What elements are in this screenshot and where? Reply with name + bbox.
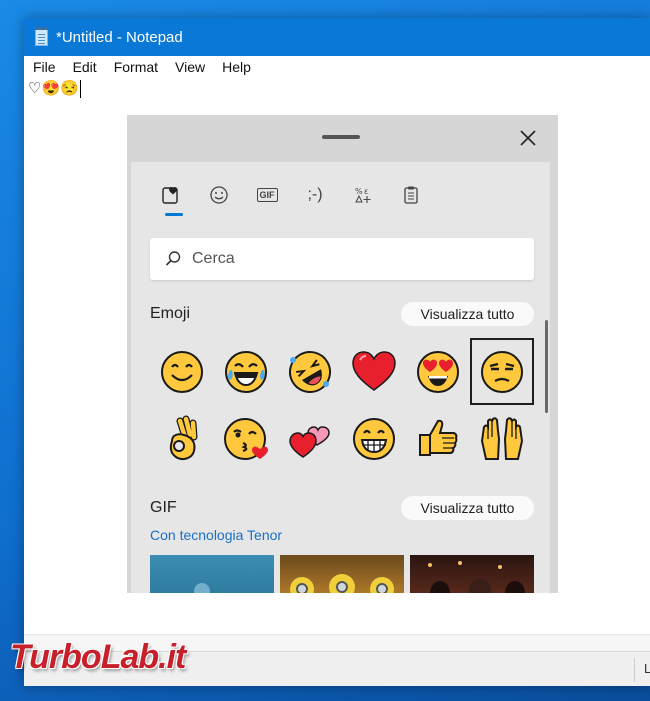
emoji-see-all-button[interactable]: Visualizza tutto [401, 302, 534, 326]
menu-view[interactable]: View [175, 59, 205, 75]
tab-emoji[interactable] [195, 177, 243, 213]
menu-help[interactable]: Help [222, 59, 251, 75]
watermark-logo: TurboLab.it [10, 638, 186, 676]
emoji-kissing-heart[interactable] [214, 405, 278, 472]
recent-heart-icon [162, 187, 178, 204]
emoji-ok-hand[interactable] [150, 405, 214, 472]
emoji-panel: GIF ;-) % ε Emoji Visualiz [127, 115, 558, 593]
clipboard-icon [404, 186, 418, 204]
gif-see-all-button[interactable]: Visualizza tutto [401, 496, 534, 520]
kaomoji-icon: ;-) [307, 186, 323, 203]
gif-section-title: GIF [150, 499, 177, 516]
panel-scrollbar[interactable] [545, 320, 548, 413]
emoji-red-heart[interactable] [342, 338, 406, 405]
gif-bubble-icon [194, 583, 210, 593]
emoji-unamused[interactable] [470, 338, 534, 405]
search-box[interactable] [150, 238, 534, 280]
menu-edit[interactable]: Edit [73, 59, 97, 75]
emoji-two-hearts[interactable] [278, 405, 342, 472]
emoji-thumbs-up[interactable] [406, 405, 470, 472]
category-tabs: GIF ;-) % ε [147, 177, 435, 216]
gif-minions-icon [290, 574, 394, 593]
emoji-rofl[interactable] [278, 338, 342, 405]
text-editor[interactable]: ♡😍😒 [28, 79, 81, 99]
search-icon [165, 251, 181, 266]
close-button[interactable] [517, 127, 539, 149]
emoji-raising-hands[interactable] [470, 405, 534, 472]
tab-kaomoji[interactable]: ;-) [291, 177, 339, 213]
title-bar[interactable]: *Untitled - Notepad [24, 18, 650, 56]
window-title: *Untitled - Notepad [56, 28, 183, 46]
menu-format[interactable]: Format [114, 59, 158, 75]
emoji-tears-of-joy[interactable] [214, 338, 278, 405]
gif-thumbnail-3[interactable] [410, 555, 534, 593]
drag-handle[interactable] [322, 135, 360, 139]
menu-file[interactable]: File [33, 59, 56, 75]
menu-bar: File Edit Format View Help [24, 56, 650, 78]
tab-gif[interactable]: GIF [243, 177, 291, 213]
svg-text:%: % [355, 187, 363, 196]
gif-icon: GIF [256, 188, 278, 202]
notepad-icon [35, 26, 48, 46]
tab-clipboard[interactable] [387, 177, 435, 213]
emoji-grid [150, 338, 534, 472]
svg-text:ε: ε [364, 187, 368, 196]
symbols-icon: % ε [355, 187, 371, 203]
emoji-grinning[interactable] [342, 405, 406, 472]
gif-thumbnail-1[interactable] [150, 555, 274, 593]
emoji-heart-eyes[interactable] [406, 338, 470, 405]
emoji-section-title: Emoji [150, 305, 191, 322]
status-divider [634, 658, 635, 682]
editor-content: ♡😍😒 [28, 80, 79, 97]
tab-recently-used[interactable] [147, 177, 195, 216]
status-position: L [644, 661, 650, 676]
emoji-smiling-face[interactable] [150, 338, 214, 405]
text-caret [79, 80, 81, 98]
smiley-icon [210, 186, 228, 204]
close-icon [520, 130, 536, 146]
gif-crowd-icon [428, 561, 525, 593]
gif-thumbnail-2[interactable] [280, 555, 404, 593]
tab-symbols[interactable]: % ε [339, 177, 387, 213]
tenor-link[interactable]: Con tecnologia Tenor [150, 527, 282, 543]
search-input[interactable] [190, 249, 524, 269]
